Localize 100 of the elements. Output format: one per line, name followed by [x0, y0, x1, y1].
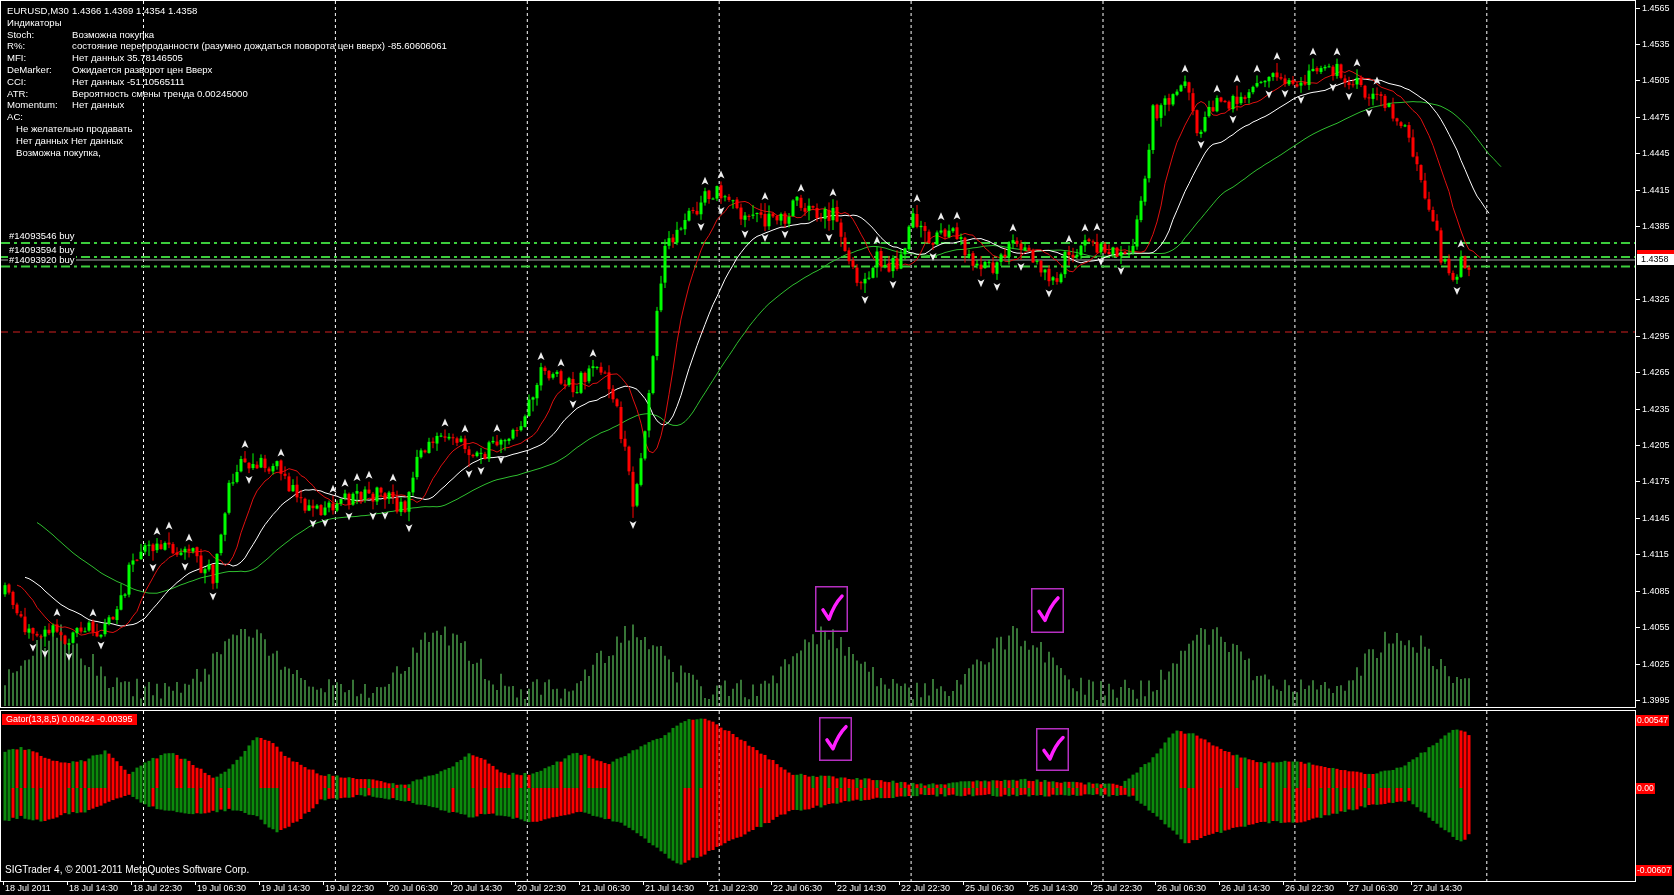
price-label: 1.4295: [1642, 330, 1670, 341]
up-arrowhead-icon: [761, 192, 769, 201]
indicator-name: R%:: [7, 40, 27, 53]
down-arrowhead-icon: [781, 230, 789, 239]
up-arrowhead-icon: [1353, 58, 1361, 67]
up-arrowhead-icon: [873, 236, 881, 244]
price-label: 1.4115: [1642, 549, 1669, 560]
up-arrowhead-icon: [537, 351, 545, 360]
time-label: 21 Jul 14:30: [645, 883, 695, 894]
indicator-reading: Возможна покупка: [72, 28, 156, 41]
up-arrowhead-icon: [1253, 64, 1261, 73]
indicator-name: CCI:: [7, 75, 28, 88]
up-arrowhead-icon: [241, 440, 249, 449]
order-label: #14093920 buy: [8, 254, 76, 265]
down-arrowhead-icon: [181, 562, 189, 571]
down-arrowhead-icon: [861, 296, 869, 304]
price-label: 1.4085: [1642, 585, 1670, 596]
down-arrowhead-icon: [825, 233, 833, 242]
price-label: 1.4505: [1642, 75, 1670, 86]
indicator-reading: состояние перепроданности (разумно дождаться поворота цен вверх) -85.60606061: [72, 40, 447, 53]
quote-values: 1.4366 1.4369 1.4354 1.4358: [72, 5, 199, 17]
checkmark-icon: [1036, 728, 1069, 771]
indicator-label: Gator(13,8,5) 0.00424 -0.00395: [2, 714, 137, 725]
down-arrowhead-icon: [929, 253, 937, 261]
up-arrowhead-icon: [913, 194, 921, 202]
copyright-text: SIGTrader 4, © 2001-2011 MetaQuotes Software Corp.: [5, 864, 250, 876]
order-label: #14093546 buy: [8, 231, 76, 241]
indicator-name: MFI:: [7, 52, 28, 64]
down-arrowhead-icon: [97, 641, 105, 650]
up-arrowhead-icon: [557, 358, 565, 367]
indicator-note: Не желательно продавать: [16, 122, 133, 134]
time-label: 19 Jul 22:30: [325, 883, 375, 894]
current-price-tag: 1.4358: [1637, 253, 1674, 265]
price-label: 1.4445: [1642, 148, 1670, 159]
checkmark-icon: [819, 717, 852, 761]
up-arrowhead-icon: [1333, 47, 1341, 56]
up-arrowhead-icon: [493, 424, 501, 432]
price-label: 1.4175: [1642, 476, 1670, 487]
down-arrowhead-icon: [1017, 262, 1025, 271]
price-label: 1.4415: [1642, 184, 1670, 195]
price-label: 1.3995: [1642, 695, 1670, 706]
order-label: #14093594 buy: [8, 244, 76, 255]
up-arrowhead-icon: [1309, 47, 1317, 56]
indicator-note: Нет данных Нет данных: [16, 134, 124, 146]
up-arrowhead-icon: [277, 448, 285, 457]
price-label: 1.4205: [1642, 440, 1670, 450]
checkmark-icon: [815, 586, 848, 632]
time-label: 19 Jul 14:30: [261, 883, 311, 894]
up-arrowhead-icon: [1373, 76, 1381, 85]
indicator-reading: Нет данных: [72, 99, 126, 112]
down-arrowhead-icon: [1097, 257, 1105, 266]
time-label: 25 Jul 06:30: [965, 883, 1015, 894]
indicator-scale-label: 0.00547: [1636, 715, 1670, 726]
up-arrowhead-icon: [1233, 74, 1241, 83]
price-label: 1.4145: [1642, 512, 1670, 523]
up-arrowhead-icon: [441, 418, 449, 427]
down-arrowhead-icon: [629, 520, 637, 529]
price-label: 1.4565: [1642, 2, 1670, 13]
indicator-reading: Нет данных 35.78146505: [72, 52, 184, 64]
down-arrowhead-icon: [65, 652, 73, 661]
down-arrowhead-icon: [345, 512, 353, 521]
time-label: 27 Jul 14:30: [1413, 883, 1463, 894]
time-label: 18 Jul 14:30: [69, 883, 119, 894]
ask-price-tag: [1637, 249, 1674, 254]
time-label: 26 Jul 22:30: [1285, 883, 1335, 894]
price-label: 1.4325: [1642, 294, 1670, 305]
time-label: 22 Jul 14:30: [837, 883, 887, 894]
indicator-scale-label: -0.00607: [1636, 865, 1672, 876]
indicator-name: DeMarker:: [7, 64, 53, 76]
indicator-scale-label: 0.00: [1636, 783, 1655, 794]
up-arrowhead-icon: [1457, 239, 1465, 248]
time-label: 25 Jul 14:30: [1029, 883, 1079, 894]
time-label: 22 Jul 06:30: [773, 883, 823, 894]
indicator-note: Возможна покупка,: [16, 146, 101, 158]
down-arrowhead-icon: [1045, 289, 1053, 298]
up-arrowhead-icon: [589, 349, 597, 357]
indicator-name: Momentum:: [7, 99, 59, 112]
down-arrowhead-icon: [569, 400, 577, 409]
time-label: 21 Jul 06:30: [581, 883, 631, 894]
time-label: 26 Jul 06:30: [1157, 883, 1207, 894]
time-label: 19 Jul 06:30: [197, 883, 247, 894]
time-label: 25 Jul 22:30: [1093, 883, 1143, 894]
down-arrowhead-icon: [405, 524, 413, 533]
symbol-label: EURUSD,M30: [7, 5, 70, 17]
price-label: 1.4025: [1642, 658, 1670, 669]
indicator-reading: Ожидается разворот цен Вверх: [72, 64, 214, 76]
indicator-name: AC:: [7, 111, 24, 123]
time-label: 20 Jul 06:30: [389, 883, 439, 894]
indicator-name: Stoch:: [7, 28, 36, 41]
down-arrowhead-icon: [741, 230, 749, 239]
down-arrowhead-icon: [1365, 108, 1373, 117]
time-label: 27 Jul 06:30: [1349, 883, 1399, 894]
up-arrowhead-icon: [1009, 223, 1017, 232]
time-label: 21 Jul 22:30: [709, 883, 759, 894]
checkmark-icon: [1031, 588, 1064, 633]
down-arrowhead-icon: [761, 234, 769, 243]
down-arrowhead-icon: [1453, 287, 1461, 295]
down-arrowhead-icon: [889, 280, 897, 289]
up-arrowhead-icon: [1181, 64, 1189, 73]
indicator-name: ATR:: [7, 87, 30, 100]
